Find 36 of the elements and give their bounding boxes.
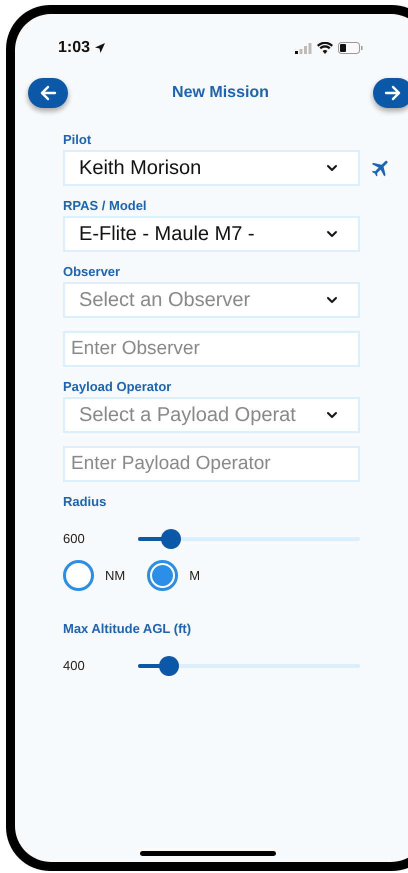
battery-icon [338,42,363,54]
signal-icon [295,42,312,54]
field-label: Max Altitude AGL (ft) [63,621,192,637]
forward-button[interactable] [373,78,408,108]
arrow-right-icon [384,85,402,101]
field-label: Radius [63,494,108,510]
arrow-left-icon [39,85,57,101]
chevron-down-icon [326,411,338,419]
text-field[interactable]: Enter Observer [63,331,360,367]
screen-title: New Mission [172,83,269,103]
field-label: Observer [63,264,122,280]
field-label: Payload Operator [63,379,172,395]
field-label: RPAS / Model [63,198,148,214]
text-field[interactable]: Enter Payload Operator [63,446,360,482]
slider[interactable] [138,656,360,676]
radio-label: NM [105,566,126,585]
dropdown-field[interactable]: Keith Morison [63,150,360,186]
chevron-down-icon [326,296,338,304]
dropdown-field[interactable]: Select an Observer [63,282,360,318]
back-button[interactable] [28,78,68,108]
field-label: Pilot [63,132,92,148]
slider[interactable] [138,529,360,549]
slider-value: 600 [63,530,86,548]
slider-thumb[interactable] [159,656,180,676]
location-arrow-icon [94,42,106,54]
radio-button[interactable] [147,560,178,591]
dropdown-field[interactable]: E-Flite - Maule M7 - [63,216,360,252]
radio-button[interactable] [63,560,94,591]
radio-label: M [189,566,200,585]
chevron-down-icon [326,164,338,172]
dropdown-field[interactable]: Select a Payload Operat [63,397,360,433]
slider-thumb[interactable] [161,529,182,549]
status-time: 1:03 [58,38,90,58]
slider-value: 400 [63,657,86,676]
wifi-icon [317,42,333,54]
chevron-down-icon [326,230,338,238]
